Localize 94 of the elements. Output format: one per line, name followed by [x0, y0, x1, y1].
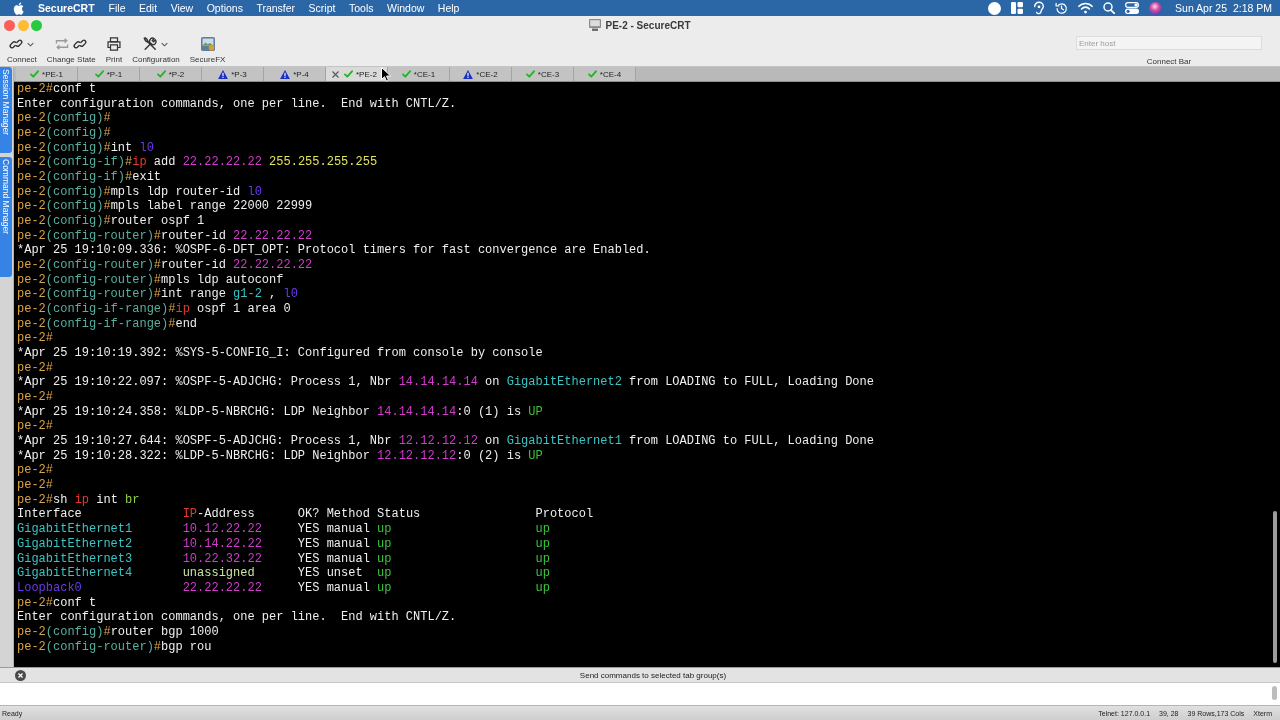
change-state-button[interactable]: Change State	[44, 34, 98, 64]
terminal-line: GigabitEthernet1 10.12.22.22 YES manual up up	[17, 522, 550, 537]
terminal-line: *Apr 25 19:10:09.336: %OSPF-6-DFT_OPT: Protocol timers for fast convergence are Enabled.	[17, 243, 651, 259]
side-tab[interactable]: Command Manager	[0, 157, 12, 277]
terminal-line: pe-2(config-if)#exit	[17, 170, 162, 185]
swap-arrows-icon	[55, 38, 70, 50]
app-menu[interactable]: SecureCRT	[38, 2, 95, 14]
terminal-line: pe-2#	[17, 463, 53, 479]
terminal-line: Enter configuration commands, one per line. End with CNTL/Z.	[17, 96, 457, 112]
terminal-line: pe-2(config)#router ospf 1	[17, 214, 205, 229]
field-label: Connect Bar	[1146, 57, 1192, 66]
terminal-line: pe-2(config)#	[17, 126, 111, 141]
close-icon[interactable]	[332, 70, 339, 78]
terminal-line: pe-2(config-if-range)#ip ospf 1 area 0	[17, 302, 291, 317]
menu-item[interactable]: Script	[308, 2, 336, 14]
terminal-line: pe-2(config-router)#int range g1-2 , l0	[17, 287, 298, 303]
caret-icon	[27, 41, 35, 47]
terminal-line: pe-2(config-router)#mpls ldp autoconf	[17, 272, 284, 288]
close-button[interactable]	[4, 19, 15, 31]
tools-icon	[143, 37, 158, 51]
session-tab[interactable]: *CE-2	[450, 67, 512, 81]
terminal-line: pe-2(config-router)#bgp rou	[17, 639, 212, 655]
apple-icon[interactable]	[13, 1, 24, 15]
menu-item[interactable]: Tools	[348, 2, 374, 14]
command-input[interactable]	[0, 683, 1280, 705]
connect-button[interactable]: Connect	[5, 34, 39, 64]
clock[interactable]: Sun Apr 25 2:18 PM	[1175, 2, 1272, 14]
layout-icon[interactable]	[1011, 2, 1024, 14]
menu-item[interactable]: View	[170, 2, 194, 14]
toggles-icon[interactable]	[1125, 2, 1140, 14]
terminal-line: pe-2(config-if)#ip add 22.22.22.22 255.255.255.255	[17, 155, 378, 171]
terminal-line: *Apr 25 19:10:19.392: %SYS-5-CONFIG_I: Configured from console by console	[17, 346, 543, 361]
terminal-line: pe-2(config)#mpls label range 22000 22999	[17, 199, 313, 215]
host-field[interactable]: Enter host	[1076, 36, 1262, 50]
terminal-line: pe-2#	[17, 419, 53, 435]
menu-item[interactable]: Edit	[139, 2, 158, 14]
securefx-button[interactable]: SecureFX	[187, 34, 228, 64]
session-tab[interactable]: *P-2	[140, 67, 202, 81]
session-tab[interactable]: *P-3	[202, 67, 264, 81]
menu-item[interactable]: File	[108, 2, 126, 14]
terminal-line: *Apr 25 19:10:27.644: %OSPF-5-ADJCHG: Process 1, Nbr 12.12.12.12 on GigabitEthernet1 from LOADING to FULL, Loading Done	[17, 434, 874, 449]
link-icon	[73, 37, 88, 51]
terminal-line: pe-2#	[17, 478, 53, 493]
window-title: PE-2 - SecureCRT	[605, 19, 691, 31]
menu-item[interactable]: Transfer	[256, 2, 296, 14]
terminal-line: GigabitEthernet2 10.14.22.22 YES manual up up	[17, 536, 550, 552]
print-button[interactable]: Print	[103, 34, 125, 64]
scrollbar-thumb[interactable]	[1273, 511, 1277, 663]
side-tab[interactable]: Session Manager	[0, 67, 12, 153]
configuration-button[interactable]: Configuration	[130, 34, 182, 64]
close-icon[interactable]	[15, 669, 26, 681]
ear-icon[interactable]	[1033, 1, 1046, 15]
search-icon[interactable]	[1103, 2, 1116, 14]
session-tab[interactable]: *P-4	[264, 67, 326, 81]
terminal-line: pe-2#sh ip int br	[17, 492, 140, 508]
app-tile-icon	[200, 37, 215, 51]
terminal-line: Loopback0 22.22.22.22 YES manual up up	[17, 580, 550, 596]
circle-icon[interactable]	[988, 1, 1002, 15]
terminal-line: Interface IP-Address OK? Method Status Protocol	[17, 507, 594, 523]
terminal-line: GigabitEthernet4 unassigned YES unset up up	[17, 566, 550, 581]
session-tab[interactable]: *PE-1	[16, 67, 78, 81]
terminal-line: pe-2#	[17, 360, 53, 376]
terminal-line: pe-2(config)#	[17, 111, 111, 126]
orb-icon[interactable]	[1149, 1, 1163, 15]
terminal-line: pe-2(config-router)#router-id 22.22.22.22	[17, 258, 313, 273]
session-tab[interactable]: *CE-4	[574, 67, 636, 81]
printer-icon	[106, 37, 121, 51]
terminal-line: pe-2(config)#int l0	[17, 140, 154, 156]
scrollbar-thumb[interactable]	[1272, 686, 1277, 700]
session-tab[interactable]: *CE-3	[512, 67, 574, 81]
terminal-line: pe-2#	[17, 390, 53, 405]
terminal-line: pe-2#conf t	[17, 595, 97, 611]
menu-item[interactable]: Options	[206, 2, 243, 14]
terminal-line: pe-2#conf t	[17, 82, 97, 97]
link-icon	[9, 37, 24, 51]
terminal-line: *Apr 25 19:10:24.358: %LDP-5-NBRCHG: LDP Neighbor 14.14.14.14:0 (1) is UP	[17, 404, 543, 420]
history-clock-icon[interactable]	[1055, 1, 1069, 15]
monitor-icon	[589, 19, 602, 31]
terminal-line: pe-2(config-if-range)#end	[17, 316, 198, 332]
terminal-line: *Apr 25 19:10:22.097: %OSPF-5-ADJCHG: Process 1, Nbr 14.14.14.14 on GigabitEthernet2 from LOADING to FULL, Loading Done	[17, 375, 874, 391]
caption-text: Send commands to selected tab group(s)	[578, 670, 728, 680]
menu-item[interactable]: Window	[386, 2, 425, 14]
caret-icon	[161, 41, 169, 47]
terminal-line: GigabitEthernet3 10.22.32.22 YES manual up up	[17, 551, 550, 567]
terminal-line: *Apr 25 19:10:28.322: %LDP-5-NBRCHG: LDP Neighbor 12.12.12.12:0 (2) is UP	[17, 448, 543, 464]
wifi-icon[interactable]	[1078, 2, 1094, 14]
terminal-line: Enter configuration commands, one per line. End with CNTL/Z.	[17, 610, 457, 625]
terminal-line: pe-2(config)#mpls ldp router-id l0	[17, 184, 262, 200]
session-tab[interactable]: *P-1	[78, 67, 140, 81]
terminal-line: pe-2#	[17, 331, 53, 347]
menu-item[interactable]: Help	[437, 2, 460, 14]
terminal-line: pe-2(config-router)#router-id 22.22.22.22	[17, 228, 313, 244]
session-tab[interactable]: *CE-1	[388, 67, 450, 81]
terminal-line: pe-2(config)#router bgp 1000	[17, 624, 219, 640]
